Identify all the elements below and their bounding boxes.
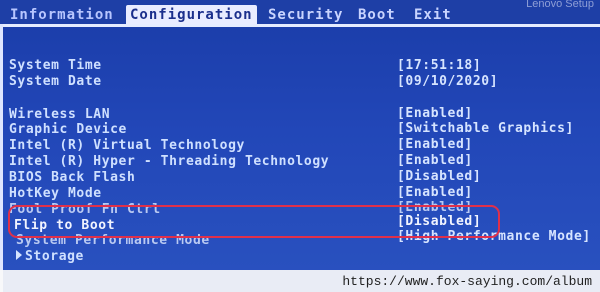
tab-security[interactable]: Security	[268, 5, 343, 25]
setting-label-hotkey-mode[interactable]: HotKey Mode	[9, 186, 102, 202]
brand-label: Lenovo Setup	[526, 0, 594, 10]
menu-bar: Information Configuration Security Boot …	[0, 0, 600, 25]
setting-value-wireless-lan[interactable]: [Enabled]	[397, 106, 473, 122]
setting-value-intel-hyper-threading[interactable]: [Enabled]	[397, 153, 473, 169]
tab-exit[interactable]: Exit	[414, 5, 452, 25]
setting-value-hotkey-mode[interactable]: [Enabled]	[397, 185, 473, 201]
setting-label-intel-hyper-threading[interactable]: Intel (R) Hyper - Threading Technology	[9, 154, 329, 170]
setting-label-intel-virtual-technology[interactable]: Intel (R) Virtual Technology	[9, 138, 245, 154]
setting-label-wireless-lan[interactable]: Wireless LAN	[9, 107, 110, 123]
setting-label-system-date[interactable]: System Date	[9, 74, 102, 90]
tab-configuration[interactable]: Configuration	[126, 5, 257, 25]
annotation-highlight-box	[8, 205, 500, 238]
tab-boot[interactable]: Boot	[358, 5, 396, 25]
setting-label-bios-back-flash[interactable]: BIOS Back Flash	[9, 170, 135, 186]
tab-information[interactable]: Information	[10, 5, 114, 25]
bios-screen: Information Configuration Security Boot …	[0, 0, 600, 292]
setting-value-system-date[interactable]: [09/10/2020]	[397, 74, 498, 90]
watermark-text: https://www.fox-saying.com/album	[342, 274, 592, 289]
triangle-right-icon	[16, 250, 22, 260]
frame-divider	[0, 24, 600, 27]
setting-label-graphic-device[interactable]: Graphic Device	[9, 122, 127, 138]
setting-value-intel-virtual-technology[interactable]: [Enabled]	[397, 137, 473, 153]
setting-value-bios-back-flash[interactable]: [Disabled]	[397, 169, 481, 185]
submenu-storage-label: Storage	[25, 249, 84, 264]
setting-value-graphic-device[interactable]: [Switchable Graphics]	[397, 121, 574, 137]
setting-value-system-time[interactable]: [17:51:18]	[397, 58, 481, 74]
watermark-strip: https://www.fox-saying.com/album	[0, 270, 600, 292]
submenu-storage[interactable]: Storage	[16, 249, 84, 265]
frame-left-border	[0, 24, 3, 292]
setting-label-system-time[interactable]: System Time	[9, 58, 102, 74]
